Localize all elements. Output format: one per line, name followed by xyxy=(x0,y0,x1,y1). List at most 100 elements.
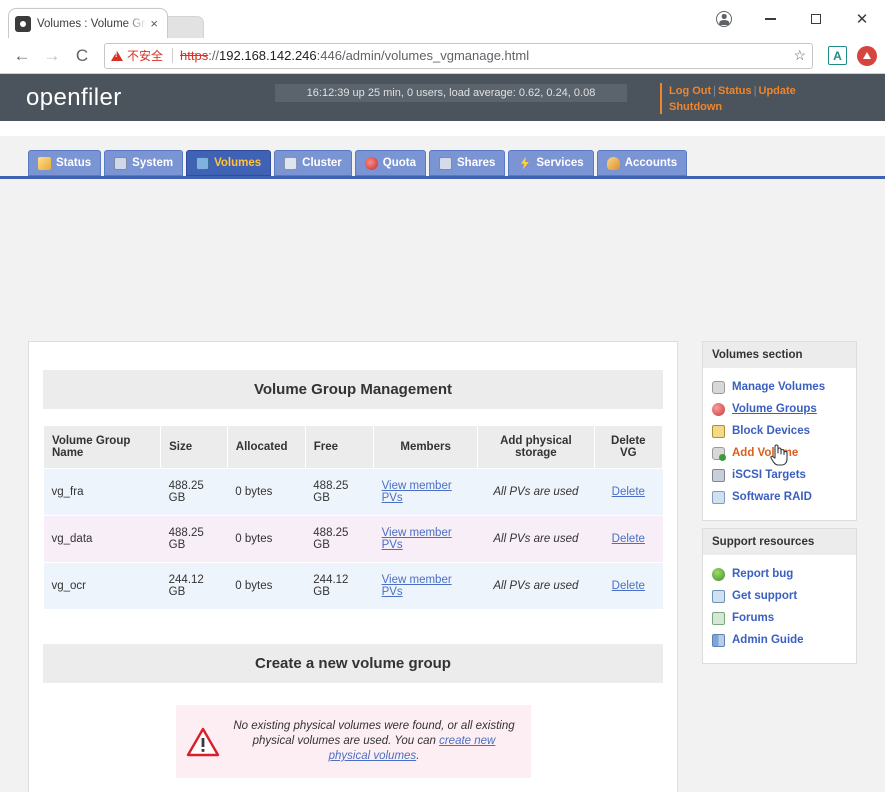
header-link-update[interactable]: Update xyxy=(759,85,796,97)
sidebar-item-label: iSCSI Targets xyxy=(732,466,806,484)
profile-button[interactable] xyxy=(701,4,747,34)
services-icon xyxy=(518,157,531,170)
close-icon: ✕ xyxy=(856,12,869,27)
view-member-pvs-link[interactable]: View member PVs xyxy=(382,574,452,598)
th-allocated: Allocated xyxy=(227,426,305,469)
minimize-icon xyxy=(765,18,776,19)
header-link-shutdown[interactable]: Shutdown xyxy=(669,101,722,113)
omnibox-divider xyxy=(172,48,173,63)
header-link-status[interactable]: Status xyxy=(718,85,752,97)
cell-allocated: 0 bytes xyxy=(227,469,305,516)
main-content-panel: Volume Group Management Volume Group Nam… xyxy=(28,341,678,792)
manage-volumes-icon xyxy=(712,381,725,394)
extension-red-icon[interactable] xyxy=(857,46,877,66)
header-link-logout[interactable]: Log Out xyxy=(669,85,711,97)
close-tab-icon[interactable]: × xyxy=(147,15,161,32)
th-volume-group-name: Volume Group Name xyxy=(44,426,161,469)
sidebar-item-software-raid[interactable]: Software RAID xyxy=(703,486,856,508)
volumes-section-title: Volumes section xyxy=(703,342,856,368)
support-resources-box: Support resources Report bug Get support… xyxy=(702,528,857,664)
url-scheme: https xyxy=(180,48,208,63)
reload-button[interactable]: C xyxy=(68,42,96,70)
back-button[interactable]: ← xyxy=(8,42,36,70)
site-security-badge[interactable]: 不安全 xyxy=(111,47,163,64)
sidebar-item-admin-guide[interactable]: Admin Guide xyxy=(703,629,856,651)
volumes-icon xyxy=(196,157,209,170)
address-bar[interactable]: 不安全 https://192.168.142.246:446/admin/vo… xyxy=(104,43,813,69)
delete-vg-link[interactable]: Delete xyxy=(612,580,645,592)
browser-titlebar: Volumes : Volume Gro × ✕ xyxy=(0,0,885,38)
cell-members: View member PVs xyxy=(374,469,478,516)
sidebar-item-forums[interactable]: Forums xyxy=(703,607,856,629)
cell-vg-name: vg_fra xyxy=(44,469,161,516)
sidebar-item-report-bug[interactable]: Report bug xyxy=(703,563,856,585)
sidebar-item-get-support[interactable]: Get support xyxy=(703,585,856,607)
forums-icon xyxy=(712,612,725,625)
browser-tab-active[interactable]: Volumes : Volume Gro × xyxy=(8,8,168,38)
page-title: Volume Group Management xyxy=(43,370,663,409)
tab-accounts-label: Accounts xyxy=(625,157,677,169)
shares-icon xyxy=(439,157,452,170)
delete-vg-link[interactable]: Delete xyxy=(612,486,645,498)
profile-icon xyxy=(716,11,732,27)
cell-members: View member PVs xyxy=(374,516,478,563)
minimize-button[interactable] xyxy=(747,4,793,34)
tab-cluster[interactable]: Cluster xyxy=(274,150,352,176)
cell-free: 244.12 GB xyxy=(305,563,373,610)
cell-add-storage: All PVs are used xyxy=(478,516,594,563)
admin-guide-icon xyxy=(712,634,725,647)
url-host: 192.168.142.246 xyxy=(219,48,317,63)
delete-vg-link[interactable]: Delete xyxy=(612,533,645,545)
tab-status-label: Status xyxy=(56,157,91,169)
sidebar-item-block-devices[interactable]: Block Devices xyxy=(703,420,856,442)
cell-vg-name: vg_data xyxy=(44,516,161,563)
sidebar-item-volume-groups[interactable]: Volume Groups xyxy=(703,398,856,420)
tab-cluster-label: Cluster xyxy=(302,157,342,169)
tab-services[interactable]: Services xyxy=(508,150,593,176)
sidebar-item-label: Manage Volumes xyxy=(732,378,825,396)
sidebar-item-label: Software RAID xyxy=(732,488,812,506)
tab-volumes[interactable]: Volumes xyxy=(186,150,271,176)
sidebar-item-iscsi-targets[interactable]: iSCSI Targets xyxy=(703,464,856,486)
th-delete-vg: Delete VG xyxy=(594,426,662,469)
table-row: vg_fra 488.25 GB 0 bytes 488.25 GB View … xyxy=(44,469,663,516)
tab-system[interactable]: System xyxy=(104,150,183,176)
extension-adblock-icon[interactable]: A xyxy=(828,46,847,65)
cell-size: 244.12 GB xyxy=(161,563,228,610)
forward-button[interactable]: → xyxy=(38,42,66,70)
no-pv-warning: No existing physical volumes were found,… xyxy=(176,705,531,778)
new-tab-button[interactable] xyxy=(162,16,204,38)
tab-shares[interactable]: Shares xyxy=(429,150,505,176)
sidebar-item-label: Block Devices xyxy=(732,422,810,440)
volumes-section-box: Volumes section Manage Volumes Volume Gr… xyxy=(702,341,857,521)
tab-quota[interactable]: Quota xyxy=(355,150,426,176)
tab-system-label: System xyxy=(132,157,173,169)
sidebar-item-add-volume[interactable]: Add Volume xyxy=(703,442,856,464)
window-controls: ✕ xyxy=(701,0,885,38)
header-spacer xyxy=(0,121,885,136)
close-window-button[interactable]: ✕ xyxy=(839,4,885,34)
tab-accounts[interactable]: Accounts xyxy=(597,150,687,176)
tab-quota-label: Quota xyxy=(383,157,416,169)
view-member-pvs-link[interactable]: View member PVs xyxy=(382,527,452,551)
header-sep-1: | xyxy=(711,85,718,97)
tab-strip: Volumes : Volume Gro × xyxy=(8,8,204,38)
th-size: Size xyxy=(161,426,228,469)
get-support-icon xyxy=(712,590,725,603)
tab-status[interactable]: Status xyxy=(28,150,101,176)
cell-add-storage: All PVs are used xyxy=(478,563,594,610)
cell-add-storage: All PVs are used xyxy=(478,469,594,516)
warning-text: No existing physical volumes were found,… xyxy=(232,719,517,764)
main-navigation: Status System Volumes Cluster Quota Shar… xyxy=(28,150,687,176)
favicon-icon xyxy=(15,16,31,32)
report-bug-icon xyxy=(712,568,725,581)
accounts-icon xyxy=(607,157,620,170)
volumes-section-list: Manage Volumes Volume Groups Block Devic… xyxy=(703,368,856,520)
maximize-button[interactable] xyxy=(793,4,839,34)
volume-groups-icon xyxy=(712,403,725,416)
cell-free: 488.25 GB xyxy=(305,469,373,516)
view-member-pvs-link[interactable]: View member PVs xyxy=(382,480,452,504)
url-path: :446/admin/volumes_vgmanage.html xyxy=(317,48,529,63)
sidebar-item-manage-volumes[interactable]: Manage Volumes xyxy=(703,376,856,398)
bookmark-star-icon[interactable]: ☆ xyxy=(787,47,806,64)
